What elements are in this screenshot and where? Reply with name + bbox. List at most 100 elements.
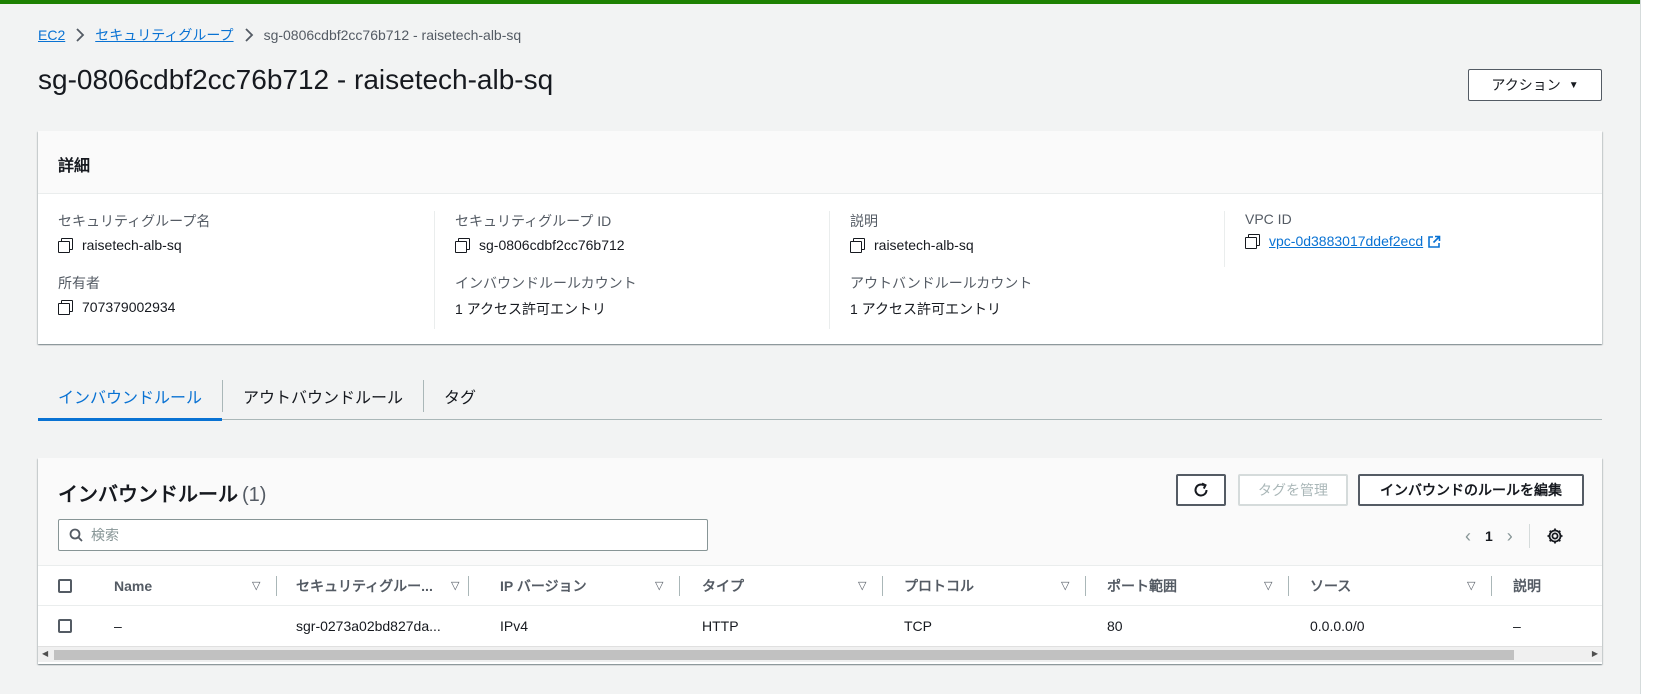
edit-inbound-rules-button[interactable]: インバウンドのルールを編集 <box>1358 474 1584 506</box>
scrollbar-thumb[interactable] <box>54 650 1514 660</box>
column-divider <box>434 211 435 329</box>
column-header-name[interactable]: Name <box>114 566 152 606</box>
sort-icon[interactable]: ▽ <box>1061 579 1069 592</box>
sort-icon[interactable]: ▽ <box>451 579 459 592</box>
cell-sg-rule-id: sgr-0273a02bd827da... <box>296 618 441 634</box>
vpc-id-label: VPC ID <box>1245 211 1292 227</box>
chevron-right-icon[interactable]: › <box>1507 526 1513 547</box>
column-resizer[interactable] <box>679 576 680 596</box>
copy-icon[interactable] <box>1245 234 1260 250</box>
inbound-count-value: 1 アクセス許可エントリ <box>455 301 606 317</box>
sort-icon[interactable]: ▽ <box>1264 579 1272 592</box>
inbound-rules-panel: インバウンドルール (1) タグを管理 インバウンドのルールを編集 検索 ‹ 1 … <box>38 458 1602 664</box>
column-resizer[interactable] <box>468 576 469 596</box>
description-value: raisetech-alb-sq <box>874 237 974 253</box>
page-number[interactable]: 1 <box>1485 528 1493 544</box>
sg-id-field: セキュリティグループ ID sg-0806cdbf2cc76b712 <box>455 211 625 253</box>
owner-label: 所有者 <box>58 275 100 291</box>
column-header-sg-rule-id[interactable]: セキュリティグルー... <box>296 566 433 606</box>
column-header-ip-version[interactable]: IP バージョン <box>500 566 587 606</box>
owner-field: 所有者 707379002934 <box>58 273 175 315</box>
inbound-count-field: インバウンドルールカウント 1 アクセス許可エントリ <box>455 273 637 319</box>
tab-inbound-rules[interactable]: インバウンドルール <box>38 372 223 421</box>
table-row[interactable]: – sgr-0273a02bd827da... IPv4 HTTP TCP 80… <box>38 606 1602 646</box>
row-checkbox[interactable] <box>58 619 72 633</box>
column-resizer[interactable] <box>882 576 883 596</box>
sort-icon[interactable]: ▽ <box>1467 579 1475 592</box>
actions-button[interactable]: アクション ▼ <box>1468 69 1602 101</box>
page-title: sg-0806cdbf2cc76b712 - raisetech-alb-sq <box>38 64 554 95</box>
select-all-checkbox[interactable] <box>58 579 72 593</box>
manage-tags-button[interactable]: タグを管理 <box>1238 474 1348 506</box>
cell-description: – <box>1513 618 1521 634</box>
tab-outbound-rules[interactable]: アウトバウンドルール <box>223 372 423 420</box>
breadcrumb-ec2[interactable]: EC2 <box>38 27 65 43</box>
copy-icon[interactable] <box>455 238 470 253</box>
column-resizer[interactable] <box>1085 576 1086 596</box>
search-icon <box>69 528 83 542</box>
outbound-count-field: アウトバンドルールカウント 1 アクセス許可エントリ <box>850 273 1032 319</box>
chevron-right-icon <box>244 28 254 42</box>
sort-icon[interactable]: ▽ <box>858 579 866 592</box>
column-header-port-range[interactable]: ポート範囲 <box>1107 566 1177 606</box>
cell-ip-version: IPv4 <box>500 618 529 634</box>
sg-id-value: sg-0806cdbf2cc76b712 <box>479 237 625 253</box>
chevron-left-icon[interactable]: ‹ <box>1465 526 1471 547</box>
page-scrollbar[interactable] <box>1640 0 1678 694</box>
column-divider <box>1224 211 1225 267</box>
copy-icon[interactable] <box>58 300 73 315</box>
tab-list: インバウンドルール アウトバウンドルール タグ <box>38 372 1602 421</box>
table-horizontal-scrollbar[interactable]: ◀ ▶ <box>38 646 1602 662</box>
description-field: 説明 raisetech-alb-sq <box>850 211 974 253</box>
settings-gear-icon[interactable] <box>1546 527 1564 545</box>
sg-id-label: セキュリティグループ ID <box>455 213 612 229</box>
column-header-protocol[interactable]: プロトコル <box>904 566 974 606</box>
column-divider <box>829 211 830 329</box>
breadcrumb-security-groups[interactable]: セキュリティグループ <box>95 25 233 45</box>
rules-title-text: インバウンドルール <box>58 484 238 506</box>
table-header: Name ▽ セキュリティグルー... ▽ IP バージョン ▽ タイプ ▽ プ… <box>38 566 1602 606</box>
sg-name-value: raisetech-alb-sq <box>82 237 182 253</box>
actions-label: アクション <box>1491 77 1561 93</box>
column-header-description[interactable]: 説明 <box>1513 566 1541 606</box>
chevron-right-icon <box>75 28 85 42</box>
breadcrumb: EC2 セキュリティグループ sg-0806cdbf2cc76b712 - ra… <box>38 25 521 45</box>
scroll-left-arrow-icon[interactable]: ◀ <box>42 649 48 658</box>
pager-divider <box>1528 524 1530 548</box>
details-panel: 詳細 セキュリティグループ名 raisetech-alb-sq 所有者 7073… <box>38 131 1602 344</box>
tab-tags[interactable]: タグ <box>424 372 496 420</box>
sg-name-field: セキュリティグループ名 raisetech-alb-sq <box>58 211 210 253</box>
copy-icon[interactable] <box>58 238 73 253</box>
search-placeholder: 検索 <box>91 527 119 543</box>
cell-type: HTTP <box>702 618 739 634</box>
rules-count: (1) <box>242 484 267 506</box>
scroll-right-arrow-icon[interactable]: ▶ <box>1592 649 1598 658</box>
cell-source: 0.0.0.0/0 <box>1310 618 1365 634</box>
column-resizer[interactable] <box>276 576 277 596</box>
refresh-icon <box>1194 482 1208 497</box>
column-resizer[interactable] <box>1491 576 1492 596</box>
cell-name: – <box>114 618 122 634</box>
copy-icon[interactable] <box>850 238 865 253</box>
sort-icon[interactable]: ▽ <box>655 579 663 592</box>
column-resizer[interactable] <box>1288 576 1289 596</box>
refresh-button[interactable] <box>1176 474 1226 506</box>
search-input[interactable]: 検索 <box>58 519 708 551</box>
column-header-source[interactable]: ソース <box>1310 566 1351 606</box>
top-status-bar <box>0 0 1640 4</box>
sg-name-label: セキュリティグループ名 <box>58 213 211 229</box>
sort-icon[interactable]: ▽ <box>252 579 260 592</box>
details-header: 詳細 <box>38 131 1602 194</box>
description-label: 説明 <box>850 213 878 229</box>
vpc-id-link[interactable]: vpc-0d3883017ddef2ecd <box>1269 233 1423 249</box>
cell-protocol: TCP <box>904 618 932 634</box>
outbound-count-label: アウトバンドルールカウント <box>850 275 1033 291</box>
vpc-id-field: VPC ID vpc-0d3883017ddef2ecd <box>1245 211 1441 250</box>
external-link-icon <box>1428 235 1441 249</box>
inbound-count-label: インバウンドルールカウント <box>455 275 637 291</box>
outbound-count-value: 1 アクセス許可エントリ <box>850 301 1001 317</box>
caret-down-icon: ▼ <box>1568 79 1579 91</box>
owner-value: 707379002934 <box>82 299 176 315</box>
breadcrumb-current: sg-0806cdbf2cc76b712 - raisetech-alb-sq <box>263 27 522 43</box>
column-header-type[interactable]: タイプ <box>702 566 744 606</box>
